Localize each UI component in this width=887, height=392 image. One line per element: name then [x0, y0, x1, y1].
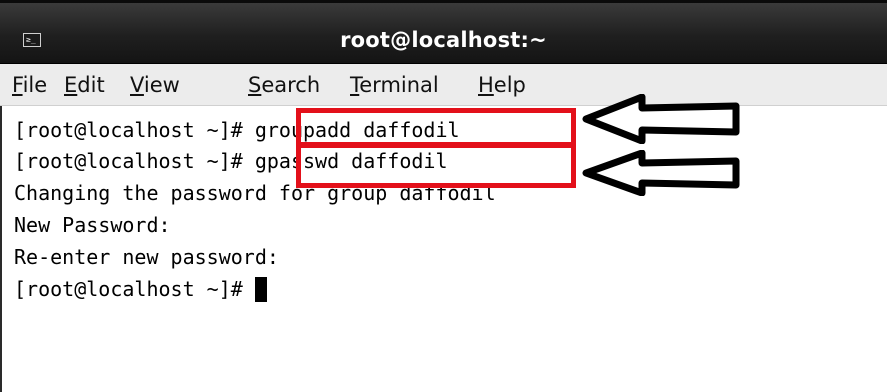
menu-search[interactable]: Search: [248, 73, 320, 97]
menu-file[interactable]: File: [12, 73, 47, 97]
window-title: root@localhost:~: [340, 28, 547, 52]
text-cursor: [254, 277, 267, 302]
left-arrow-icon: [582, 150, 740, 196]
title-bar[interactable]: ≥_ root@localhost:~: [0, 0, 887, 64]
highlight-box: [296, 142, 576, 188]
shell-prompt: [root@localhost ~]#: [14, 118, 255, 142]
shell-prompt: [root@localhost ~]#: [14, 277, 255, 301]
output-text: Re-enter new password:: [14, 245, 279, 269]
output-text: New Password:: [14, 213, 171, 237]
terminal-line: New Password:: [14, 212, 171, 239]
terminal-window: ≥_ root@localhost:~ File Edit View Searc…: [0, 0, 887, 392]
shell-prompt: [root@localhost ~]#: [14, 149, 255, 173]
menu-terminal[interactable]: Terminal: [350, 73, 439, 97]
menu-view[interactable]: View: [130, 73, 180, 97]
menu-help[interactable]: Help: [478, 73, 526, 97]
terminal-line: [root@localhost ~]#: [14, 276, 267, 303]
menu-edit[interactable]: Edit: [64, 73, 105, 97]
left-arrow-icon: [582, 94, 740, 144]
menu-bar: File Edit View Search Terminal Help: [0, 64, 887, 106]
terminal-line: Re-enter new password:: [14, 244, 279, 271]
